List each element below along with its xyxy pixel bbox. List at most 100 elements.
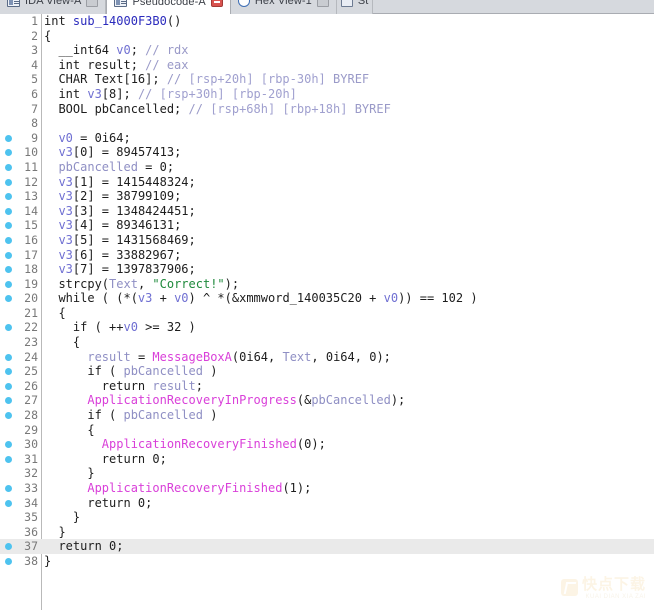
token-sym: ; <box>166 159 175 174</box>
token-sym: ; <box>188 232 196 247</box>
token-sym <box>44 189 58 203</box>
token-num: 1431568469 <box>116 232 189 247</box>
code-line[interactable]: 12 v3[1] = 1415448324; <box>0 175 654 190</box>
token-sym <box>44 262 58 276</box>
tab-pseudocode-a[interactable]: Pseudocode-A <box>106 0 231 14</box>
code-line[interactable]: 6 int v3[8]; // [rsp+30h] [rbp-20h] <box>0 87 654 102</box>
code-line[interactable]: 16 v3[5] = 1431568469; <box>0 233 654 248</box>
token-kw: BOOL pbCancelled; <box>44 101 189 116</box>
code-line[interactable]: 28 if ( pbCancelled ) <box>0 408 654 423</box>
code-line[interactable]: 36 } <box>0 525 654 540</box>
token-sym: , <box>311 349 326 364</box>
code-line[interactable]: 32 } <box>0 466 654 481</box>
line-number: 15 <box>24 218 38 233</box>
code-listing[interactable]: 1 int sub_14000F3B0() 2{3 __int64 v0; // r… <box>0 14 654 569</box>
code-line[interactable]: 13 v3[2] = 38799109; <box>0 189 654 204</box>
token-api: ApplicationRecoveryFinished <box>101 437 297 452</box>
code-line[interactable]: 4 int result; // eax <box>0 58 654 73</box>
code-line[interactable]: 20 while ( (*(v3 + v0) ^ *(&xmmword_1400… <box>0 291 654 306</box>
code-text: __int64 v0; // rdx <box>44 43 189 58</box>
token-sym: [7] = <box>72 262 117 277</box>
token-sym: ; <box>195 378 203 393</box>
code-line[interactable]: 10 v3[0] = 89457413; <box>0 145 654 160</box>
code-line[interactable]: 23 { <box>0 335 654 350</box>
token-sym <box>44 233 58 247</box>
code-line[interactable]: 1 int sub_14000F3B0() <box>0 14 654 29</box>
code-text: ApplicationRecoveryFinished(1); <box>44 481 311 496</box>
code-text: v3[6] = 33882967; <box>44 248 181 263</box>
code-line[interactable]: 8 <box>0 116 654 131</box>
minimize-box-icon[interactable] <box>86 0 99 7</box>
code-line[interactable]: 24 result = MessageBoxA(0i64, Text, 0i64… <box>0 350 654 365</box>
code-line[interactable]: 29 { <box>0 423 654 438</box>
code-line[interactable]: 34 return 0; <box>0 496 654 511</box>
tab-label: St <box>357 0 369 7</box>
code-line[interactable]: 25 if ( pbCancelled ) <box>0 364 654 379</box>
token-sym: ; <box>159 451 167 466</box>
code-text: pbCancelled = 0; <box>44 160 174 175</box>
code-line[interactable]: 26 return result; <box>0 379 654 394</box>
token-cmt: // <box>188 101 211 116</box>
line-number: 18 <box>24 262 38 277</box>
token-sym: [5] = <box>72 232 117 247</box>
pseudocode-editor[interactable]: 1 int sub_14000F3B0() 2{3 __int64 v0; // r… <box>0 14 654 610</box>
code-line[interactable]: 3 __int64 v0; // rdx <box>0 43 654 58</box>
code-line[interactable]: 33 ApplicationRecoveryFinished(1); <box>0 481 654 496</box>
code-line[interactable]: 35 } <box>0 510 654 525</box>
code-line[interactable]: 5 CHAR Text[16]; // [rsp+20h] [rbp-30h] … <box>0 72 654 87</box>
token-sym: ; <box>116 539 124 554</box>
token-sym: , <box>137 276 153 291</box>
code-line[interactable]: 37 return 0; <box>0 539 654 554</box>
token-kw: CHAR Text[16]; <box>44 72 167 87</box>
code-line[interactable]: 19 strcpy(Text, "Correct!"); <box>0 277 654 292</box>
line-number: 21 <box>24 305 38 320</box>
code-line[interactable]: 30 ApplicationRecoveryFinished(0); <box>0 437 654 452</box>
token-var2: pbCancelled <box>311 393 391 408</box>
token-loc: [rsp+68h] [rbp+18h] <box>210 101 348 116</box>
code-line[interactable]: 38} <box>0 554 654 569</box>
close-icon[interactable] <box>210 0 223 7</box>
code-text: { <box>44 29 51 44</box>
code-line[interactable]: 18 v3[7] = 1397837906; <box>0 262 654 277</box>
tab-bar: IDA View-A Pseudocode-A Hex View-1 St <box>0 0 654 14</box>
line-number: 4 <box>31 57 38 72</box>
line-number: 28 <box>24 408 38 423</box>
code-line[interactable]: 15 v3[4] = 89346131; <box>0 218 654 233</box>
token-sym: [0] = <box>72 145 117 160</box>
token-num: 1 <box>289 481 297 495</box>
token-sym <box>66 14 73 28</box>
code-line[interactable]: 31 return 0; <box>0 452 654 467</box>
code-line[interactable]: 21 { <box>0 306 654 321</box>
token-sym: ); <box>224 276 240 291</box>
token-sym: [3] = <box>72 203 117 218</box>
code-line[interactable]: 14 v3[3] = 1348424451; <box>0 204 654 219</box>
code-line[interactable]: 17 v3[6] = 33882967; <box>0 248 654 263</box>
tab-st[interactable]: St <box>336 0 374 14</box>
code-text: strcpy(Text, "Correct!"); <box>44 277 239 292</box>
code-line[interactable]: 22 if ( ++v0 >= 32 ) <box>0 320 654 335</box>
line-number: 34 <box>24 495 38 510</box>
code-line[interactable]: 27 ApplicationRecoveryInProgress(&pbCanc… <box>0 393 654 408</box>
code-line[interactable]: 11 pbCancelled = 0; <box>0 160 654 175</box>
code-line[interactable]: 9 v0 = 0i64; <box>0 131 654 146</box>
token-var: v3 <box>58 203 73 218</box>
tab-hex-view-1[interactable]: Hex View-1 <box>230 0 337 14</box>
tab-label: IDA View-A <box>25 0 82 7</box>
line-number: 13 <box>24 189 38 204</box>
code-line[interactable]: 2{ <box>0 29 654 44</box>
line-number: 25 <box>24 364 38 379</box>
chart-icon <box>340 0 353 7</box>
line-number: 31 <box>24 451 38 466</box>
token-sym: { <box>44 28 52 43</box>
minimize-box-icon[interactable] <box>316 0 329 7</box>
token-api: ApplicationRecoveryFinished <box>87 481 283 495</box>
token-cmt: // rdx <box>145 43 189 58</box>
token-kw: if ( <box>44 408 124 423</box>
token-sym: ; <box>174 189 182 204</box>
tab-ida-view-a[interactable]: IDA View-A <box>0 0 107 14</box>
code-text: return result; <box>44 379 203 394</box>
code-text: return 0; <box>44 539 124 554</box>
token-sym: [4] = <box>72 218 117 233</box>
code-line[interactable]: 7 BOOL pbCancelled; // [rsp+68h] [rbp+18… <box>0 102 654 117</box>
line-number: 22 <box>24 320 38 335</box>
